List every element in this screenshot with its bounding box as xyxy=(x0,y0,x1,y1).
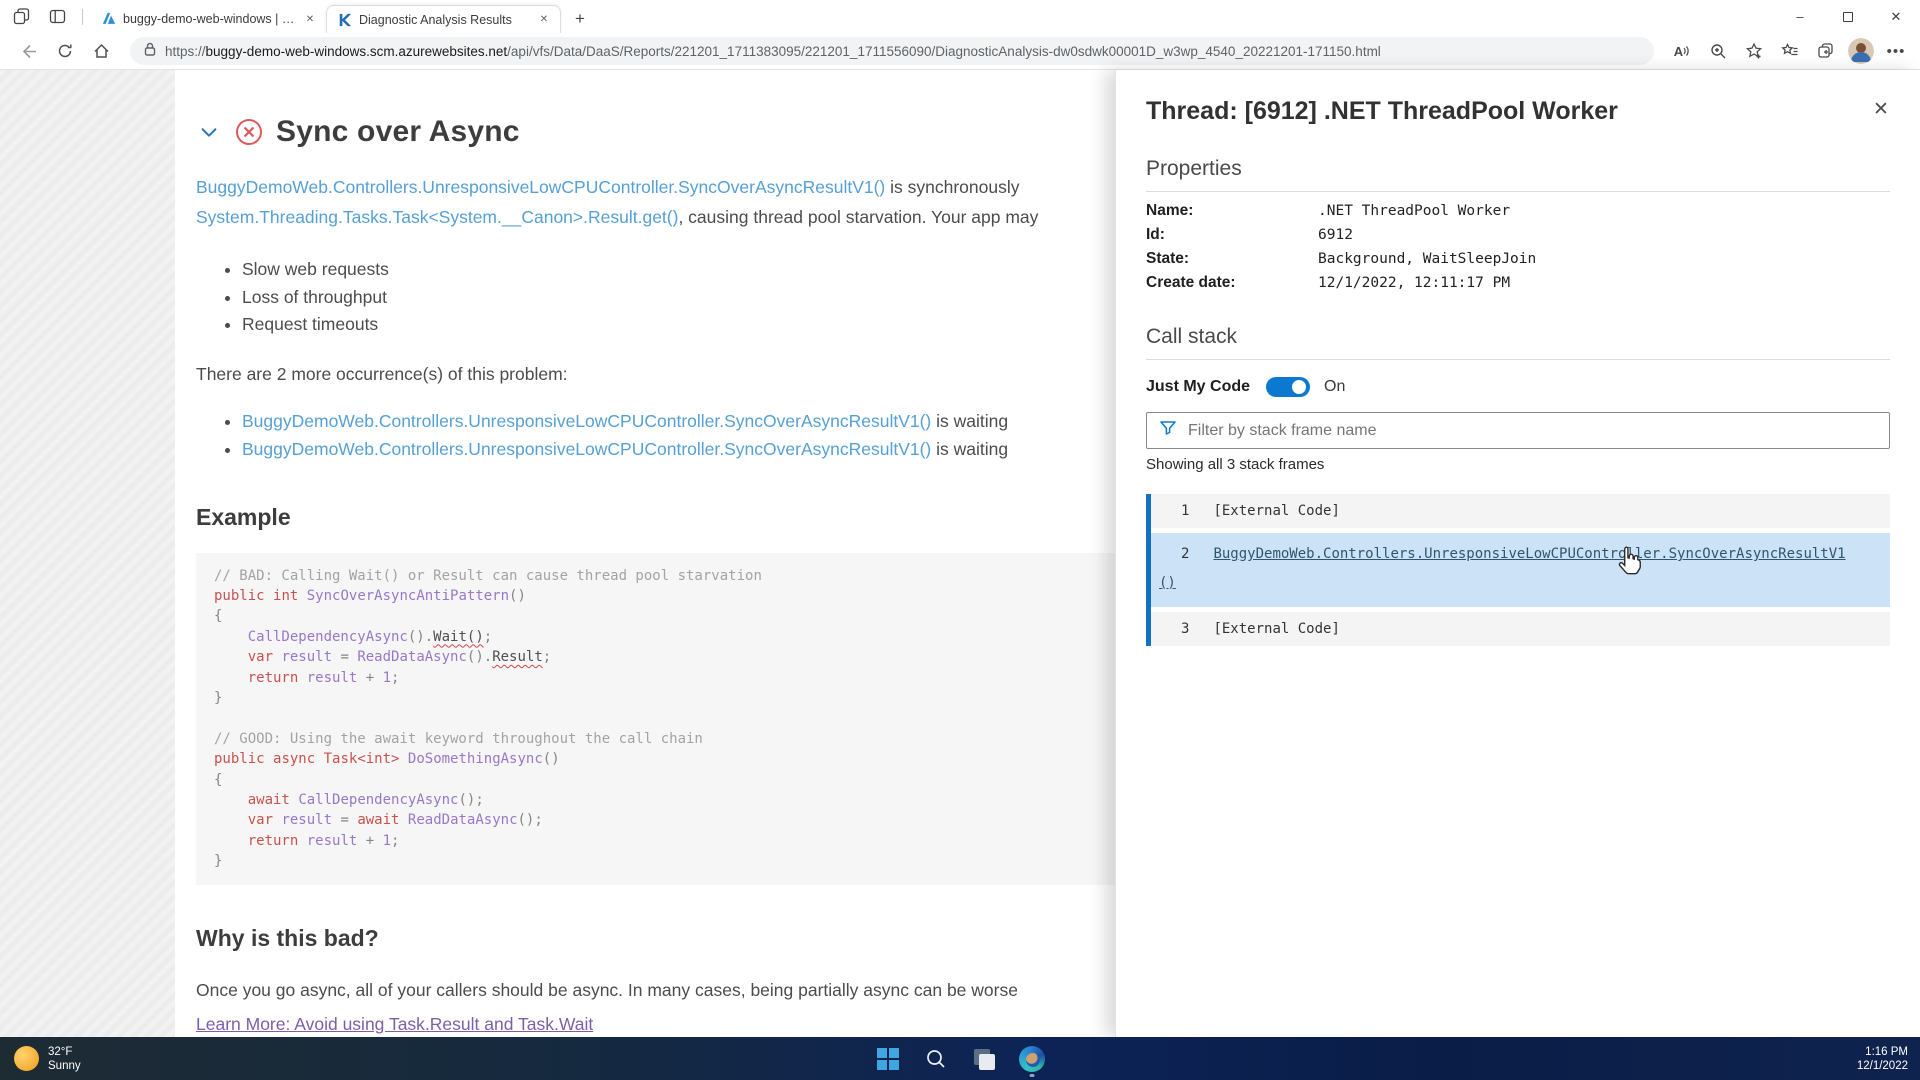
table-row: Create date:12/1/2022, 12:11:17 PM xyxy=(1146,271,1890,295)
stack-frame-row-selected[interactable]: 2BuggyDemoWeb.Controllers.UnresponsiveLo… xyxy=(1151,533,1890,607)
taskbar-clock[interactable]: 1:16 PM 12/1/2022 xyxy=(1857,1037,1908,1080)
tab-close-icon[interactable]: ✕ xyxy=(536,12,552,28)
refresh-icon[interactable] xyxy=(50,37,80,65)
settings-menu-icon[interactable]: ••• xyxy=(1882,37,1910,65)
window-controls: – ✕ xyxy=(1776,0,1920,33)
just-my-code-row: Just My Code On xyxy=(1146,377,1890,397)
stack-frame-row[interactable]: 1[External Code] xyxy=(1151,494,1890,528)
task-view-icon[interactable] xyxy=(969,1044,999,1074)
stack-frame-count: Showing all 3 stack frames xyxy=(1146,456,1890,473)
clock-time: 1:16 PM xyxy=(1857,1045,1908,1059)
minimize-button[interactable]: – xyxy=(1776,0,1824,33)
panel-close-icon[interactable]: ✕ xyxy=(1868,96,1894,122)
properties-heading: Properties xyxy=(1146,157,1890,181)
read-aloud-icon[interactable]: A xyxy=(1668,37,1696,65)
page-content: Sync over Async BuggyDemoWeb.Controllers… xyxy=(0,70,1920,1037)
divider xyxy=(1146,359,1890,360)
zoom-icon[interactable] xyxy=(1704,37,1732,65)
collections-icon[interactable] xyxy=(1812,37,1840,65)
workspaces-icon[interactable] xyxy=(6,4,36,30)
window-close-button[interactable]: ✕ xyxy=(1872,0,1920,33)
clock-date: 12/1/2022 xyxy=(1857,1059,1908,1073)
tab-actions-icon[interactable] xyxy=(42,4,72,30)
occurrence-link[interactable]: BuggyDemoWeb.Controllers.UnresponsiveLow… xyxy=(242,411,931,431)
browser-titlebar: buggy-demo-web-windows | Dia ✕ Diagnosti… xyxy=(0,0,1920,33)
page-title: Sync over Async xyxy=(276,115,520,149)
favorite-star-icon[interactable] xyxy=(1740,37,1768,65)
properties-table: Name:.NET ThreadPool Worker Id:6912 Stat… xyxy=(1146,199,1890,295)
weather-temp: 32°F xyxy=(48,1045,81,1059)
panel-title: Thread: [6912] .NET ThreadPool Worker xyxy=(1146,97,1890,126)
stack-filter-input[interactable] xyxy=(1188,422,1877,440)
occurrence-link[interactable]: BuggyDemoWeb.Controllers.UnresponsiveLow… xyxy=(242,439,931,459)
stack-filter-field[interactable] xyxy=(1146,412,1890,449)
toggle-state-label: On xyxy=(1324,378,1345,396)
error-icon xyxy=(235,118,263,146)
stack-frame-list: 1[External Code] 2BuggyDemoWeb.Controlle… xyxy=(1146,494,1890,646)
method-link[interactable]: BuggyDemoWeb.Controllers.UnresponsiveLow… xyxy=(196,177,885,197)
search-icon[interactable] xyxy=(921,1044,951,1074)
back-icon[interactable] xyxy=(14,37,44,65)
just-my-code-label: Just My Code xyxy=(1146,378,1250,396)
tab-close-icon[interactable]: ✕ xyxy=(302,11,318,27)
profile-avatar[interactable] xyxy=(1848,38,1874,64)
stack-frame-link[interactable]: BuggyDemoWeb.Controllers.UnresponsiveLow… xyxy=(1213,546,1845,562)
tab-buggy-demo[interactable]: buggy-demo-web-windows | Dia ✕ xyxy=(91,5,326,33)
divider xyxy=(82,9,83,25)
lock-icon xyxy=(144,42,156,61)
thread-panel: Thread: [6912] .NET ThreadPool Worker ✕ … xyxy=(1115,70,1920,1037)
tab-diagnostic[interactable]: Diagnostic Analysis Results ✕ xyxy=(326,5,561,33)
url-text: https://buggy-demo-web-windows.scm.azure… xyxy=(165,44,1381,59)
weather-text: 32°F Sunny xyxy=(48,1045,81,1073)
callstack-heading: Call stack xyxy=(1146,325,1890,349)
windows-taskbar: 32°F Sunny 1:16 PM 12/1/2022 xyxy=(0,1037,1920,1080)
azure-favicon-icon xyxy=(101,11,117,27)
kudu-favicon-icon xyxy=(337,12,353,28)
edge-taskbar-icon[interactable] xyxy=(1017,1044,1047,1074)
filter-funnel-icon xyxy=(1159,419,1177,442)
tab-title: buggy-demo-web-windows | Dia xyxy=(123,12,296,26)
toolbar-actions: A ••• xyxy=(1668,37,1910,65)
taskbar-icons xyxy=(873,1037,1047,1080)
maximize-button[interactable] xyxy=(1824,0,1872,33)
new-tab-button[interactable]: + xyxy=(567,6,593,32)
favorites-bar-icon[interactable] xyxy=(1776,37,1804,65)
table-row: State:Background, WaitSleepJoin xyxy=(1146,247,1890,271)
stack-frame-link[interactable]: () xyxy=(1159,575,1176,591)
table-row: Id:6912 xyxy=(1146,223,1890,247)
stack-frame-row[interactable]: 3[External Code] xyxy=(1151,612,1890,646)
divider xyxy=(1146,191,1890,192)
start-button-icon[interactable] xyxy=(873,1044,903,1074)
tab-title: Diagnostic Analysis Results xyxy=(359,13,530,27)
table-row: Name:.NET ThreadPool Worker xyxy=(1146,199,1890,223)
browser-toolbar: https://buggy-demo-web-windows.scm.azure… xyxy=(0,33,1920,70)
address-bar[interactable]: https://buggy-demo-web-windows.scm.azure… xyxy=(130,37,1654,65)
home-icon[interactable] xyxy=(86,37,116,65)
just-my-code-toggle[interactable] xyxy=(1266,377,1310,397)
method-link[interactable]: System.Threading.Tasks.Task<System.__Can… xyxy=(196,207,678,227)
sun-icon xyxy=(14,1046,39,1071)
weather-condition: Sunny xyxy=(48,1059,81,1073)
learn-more-link[interactable]: Learn More: Avoid using Task.Result and … xyxy=(196,1014,593,1035)
collapse-chevron-icon[interactable] xyxy=(196,119,222,145)
weather-widget[interactable]: 32°F Sunny xyxy=(14,1045,81,1073)
